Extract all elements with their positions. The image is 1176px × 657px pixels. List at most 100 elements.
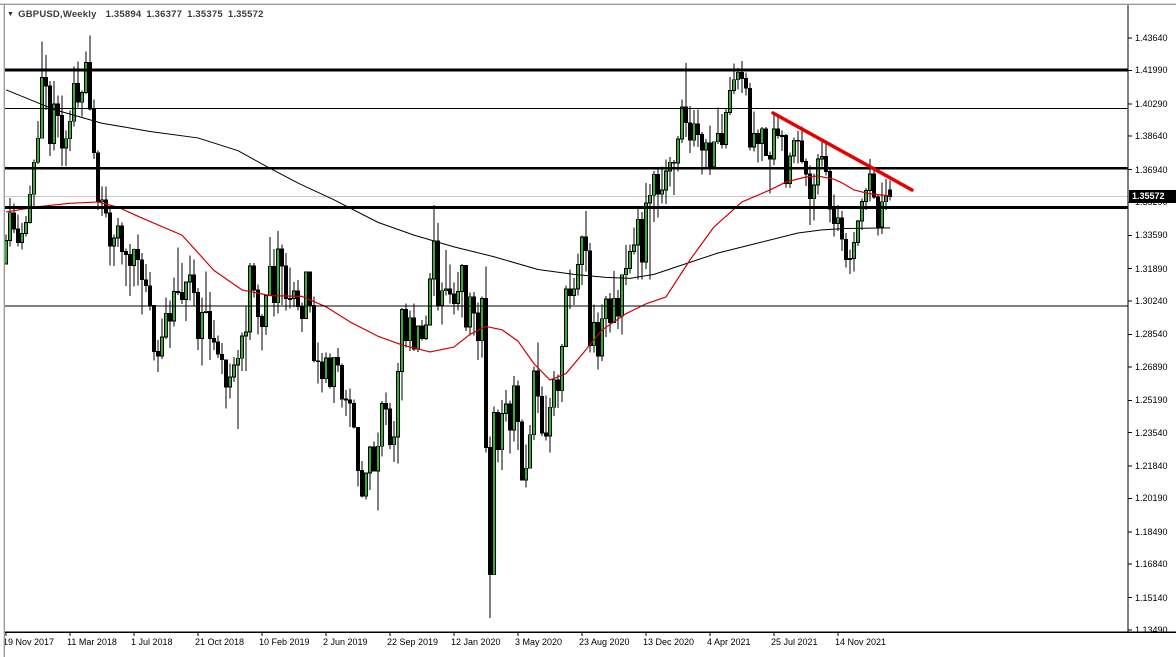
candle-bear (517, 386, 520, 422)
candle-bull (633, 245, 636, 251)
candle-bear (721, 133, 724, 144)
candle-bull (669, 162, 672, 171)
candle-bull (881, 202, 884, 227)
candle-bear (477, 313, 480, 341)
candle-bear (585, 237, 588, 251)
candle-bull (837, 218, 840, 224)
candle-bear (157, 351, 160, 356)
candle-bull (849, 258, 852, 259)
date-axis-label: 25 Jul 2021 (771, 637, 818, 647)
candle-bull (861, 201, 864, 221)
candle-bear (217, 342, 220, 354)
candle-bull (441, 291, 444, 306)
candle-bear (45, 77, 48, 85)
candle-bull (565, 289, 568, 346)
candle-bull (513, 386, 516, 430)
candle-bull (649, 195, 652, 203)
candle-bear (273, 266, 276, 303)
candle-bull (237, 358, 240, 365)
horizontal-level-lines[interactable] (5, 70, 1128, 306)
candle-bull (645, 203, 648, 262)
candle-bear (353, 403, 356, 427)
candle-bull (325, 358, 328, 379)
candle-bear (685, 107, 688, 123)
date-axis-label: 19 Nov 2017 (3, 637, 54, 647)
candle-bear (253, 266, 256, 290)
candle-bear (109, 213, 112, 246)
candle-bull (681, 107, 684, 139)
candle-bull (753, 134, 756, 147)
candle-bull (677, 139, 680, 163)
symbol-dropdown-icon: ▼ (7, 11, 14, 18)
price-axis-label: 1.20190 (1135, 493, 1168, 503)
candle-bull (821, 157, 824, 159)
current-price-tag: 1.35572 (1129, 190, 1176, 203)
candle-bear (137, 249, 140, 259)
candle-bull (249, 266, 252, 332)
candle-bull (81, 93, 84, 103)
candle-bull (581, 237, 584, 264)
candle-bear (125, 251, 128, 254)
candle-bull (161, 337, 164, 356)
candle-bull (445, 289, 448, 291)
candle-bear (169, 313, 172, 321)
candle-bear (689, 123, 692, 140)
ohlc-high: 1.36377 (146, 9, 182, 20)
candle-bull (425, 325, 428, 339)
candle-bear (437, 241, 440, 305)
candle-bull (113, 238, 116, 246)
candle-bear (405, 309, 408, 340)
candle-bull (289, 299, 292, 300)
candle-bear (489, 448, 492, 575)
candle-bear (757, 134, 760, 144)
candle-bull (773, 129, 776, 159)
candle-bull (33, 162, 36, 194)
candle-bull (401, 309, 404, 371)
candle-bull (549, 407, 552, 436)
candle-bear (877, 197, 880, 227)
candle-bull (21, 234, 24, 243)
candle-bear (257, 290, 260, 316)
candle-bear (453, 294, 456, 303)
candle-bear (509, 404, 512, 430)
candle-bear (225, 360, 228, 387)
candle-bull (621, 275, 624, 316)
price-axis-label: 1.18490 (1135, 527, 1168, 537)
candle-bear (213, 339, 216, 343)
candle-bull (433, 241, 436, 279)
candle-bull (553, 380, 556, 407)
candle-bull (393, 437, 396, 445)
candle-bull (189, 275, 192, 282)
candle-bear (769, 155, 772, 159)
candle-bear (785, 136, 788, 184)
candle-bull (665, 171, 668, 190)
candle-bull (857, 221, 860, 242)
candle-bull (853, 242, 856, 258)
symbol-timeframe-label: GBPUSD,Weekly (18, 9, 96, 20)
candle-bear (809, 174, 812, 199)
candle-bear (673, 162, 676, 163)
candle-bear (145, 280, 148, 286)
date-axis-label: 22 Sep 2019 (387, 637, 438, 647)
candle-bull (69, 121, 72, 138)
candle-bear (373, 447, 376, 471)
candle-bear (801, 141, 804, 161)
date-axis-label: 14 Nov 2021 (835, 637, 886, 647)
candle-bull (245, 332, 248, 336)
candle-bull (133, 249, 136, 265)
candle-bear (349, 400, 352, 403)
candle-bull (185, 282, 188, 299)
date-axis-label: 23 Aug 2020 (579, 637, 630, 647)
candle-bear (357, 427, 360, 470)
candle-bull (41, 77, 44, 138)
candle-bull (561, 346, 564, 390)
candle-bull (365, 473, 368, 496)
candle-bull (201, 312, 204, 338)
price-axis-label: 1.28540 (1135, 329, 1168, 339)
candle-bear (141, 260, 144, 280)
chart-canvas[interactable] (0, 0, 1176, 657)
candle-bear (181, 292, 184, 299)
price-axis-label: 1.23540 (1135, 428, 1168, 438)
price-axis-label: 1.43640 (1135, 33, 1168, 43)
candle-bear (697, 124, 700, 135)
